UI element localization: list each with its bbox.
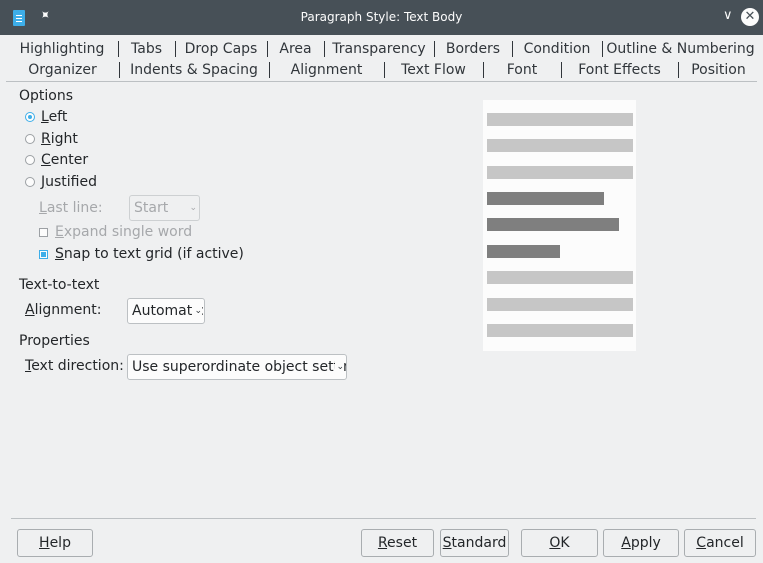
preview-line bbox=[487, 166, 633, 179]
ok-button[interactable]: OK bbox=[521, 529, 598, 557]
tab-row-2: Organizer Indents & Spacing Alignment Te… bbox=[6, 59, 759, 81]
snap-checkbox-label: Snap to text grid (if active) bbox=[55, 246, 244, 262]
radio-right-indicator[interactable] bbox=[25, 134, 35, 144]
tab-borders[interactable]: Borders bbox=[434, 38, 512, 60]
cancel-button[interactable]: Cancel bbox=[684, 529, 756, 557]
text-direction-value: Use superordinate object settings bbox=[132, 359, 347, 375]
tab-highlighting[interactable]: Highlighting bbox=[6, 38, 118, 60]
tab-alignment[interactable]: Alignment bbox=[269, 59, 384, 81]
tab-drop-caps[interactable]: Drop Caps bbox=[175, 38, 267, 60]
properties-heading: Properties bbox=[19, 333, 90, 349]
reset-button[interactable]: Reset bbox=[361, 529, 434, 557]
radio-justified-indicator[interactable] bbox=[25, 177, 35, 187]
tab-condition[interactable]: Condition bbox=[512, 38, 602, 60]
radio-center-indicator[interactable] bbox=[25, 155, 35, 165]
preview-line bbox=[487, 245, 560, 258]
radio-left-label: Left bbox=[41, 109, 68, 125]
radio-right[interactable]: Right bbox=[25, 131, 78, 147]
chevron-down-icon[interactable]: ∨ bbox=[723, 8, 733, 23]
close-icon[interactable]: ✕ bbox=[741, 8, 759, 26]
snap-checkbox-box[interactable] bbox=[39, 249, 48, 259]
text-direction-label: Text direction: bbox=[25, 358, 124, 374]
alignment-preview bbox=[483, 100, 636, 351]
preview-line bbox=[487, 298, 633, 311]
window-title: Paragraph Style: Text Body bbox=[300, 10, 463, 24]
expand-checkbox-box[interactable] bbox=[39, 227, 48, 237]
tab-outline-numbering[interactable]: Outline & Numbering bbox=[602, 38, 759, 60]
radio-left-indicator[interactable] bbox=[25, 112, 35, 122]
preview-line bbox=[487, 324, 633, 337]
text-direction-select[interactable]: Use superordinate object settings ⌄ bbox=[127, 354, 347, 380]
tab-divider bbox=[6, 81, 757, 82]
tab-transparency[interactable]: Transparency bbox=[324, 38, 434, 60]
title-bar: ✦ Paragraph Style: Text Body ∨ ✕ bbox=[0, 0, 763, 35]
help-button[interactable]: Help bbox=[17, 529, 93, 557]
alignment-label: Alignment: bbox=[25, 302, 102, 318]
last-line-label: Last line: bbox=[39, 200, 103, 216]
expand-single-word-checkbox[interactable]: Expand single word bbox=[39, 224, 192, 240]
radio-right-label: Right bbox=[41, 131, 78, 147]
tab-font-effects[interactable]: Font Effects bbox=[561, 59, 678, 81]
apply-button[interactable]: Apply bbox=[603, 529, 679, 557]
button-separator bbox=[11, 518, 756, 519]
tab-position[interactable]: Position bbox=[678, 59, 759, 81]
chevron-down-icon: ⌄ bbox=[193, 299, 202, 323]
text-to-text-heading: Text-to-text bbox=[19, 277, 100, 293]
last-line-select[interactable]: Start ⌄ bbox=[129, 195, 200, 221]
expand-checkbox-label: Expand single word bbox=[55, 224, 193, 240]
tab-area[interactable]: Area bbox=[267, 38, 324, 60]
radio-center[interactable]: Center bbox=[25, 152, 88, 168]
radio-justified[interactable]: Justified bbox=[25, 174, 97, 190]
chevron-down-icon: ⌄ bbox=[188, 196, 197, 220]
preview-line bbox=[487, 139, 633, 152]
tab-row-1: Highlighting Tabs Drop Caps Area Transpa… bbox=[6, 38, 759, 60]
tab-organizer[interactable]: Organizer bbox=[6, 59, 119, 81]
tab-font[interactable]: Font bbox=[483, 59, 561, 81]
text-alignment-select[interactable]: Automatic ⌄ bbox=[127, 298, 205, 324]
last-line-value: Start bbox=[134, 200, 169, 216]
tab-indents-spacing[interactable]: Indents & Spacing bbox=[119, 59, 269, 81]
preview-line bbox=[487, 113, 633, 126]
radio-justified-label: Justified bbox=[41, 174, 98, 190]
options-heading: Options bbox=[19, 88, 74, 104]
tab-tabs[interactable]: Tabs bbox=[118, 38, 175, 60]
radio-left[interactable]: Left bbox=[25, 109, 67, 125]
snap-to-grid-checkbox[interactable]: Snap to text grid (if active) bbox=[39, 246, 244, 262]
preview-line bbox=[487, 271, 633, 284]
chevron-down-icon: ⌄ bbox=[335, 355, 344, 379]
standard-button[interactable]: Standard bbox=[440, 529, 509, 557]
radio-center-label: Center bbox=[41, 152, 89, 168]
preview-line bbox=[487, 192, 604, 205]
preview-line bbox=[487, 218, 619, 231]
tab-text-flow[interactable]: Text Flow bbox=[384, 59, 483, 81]
